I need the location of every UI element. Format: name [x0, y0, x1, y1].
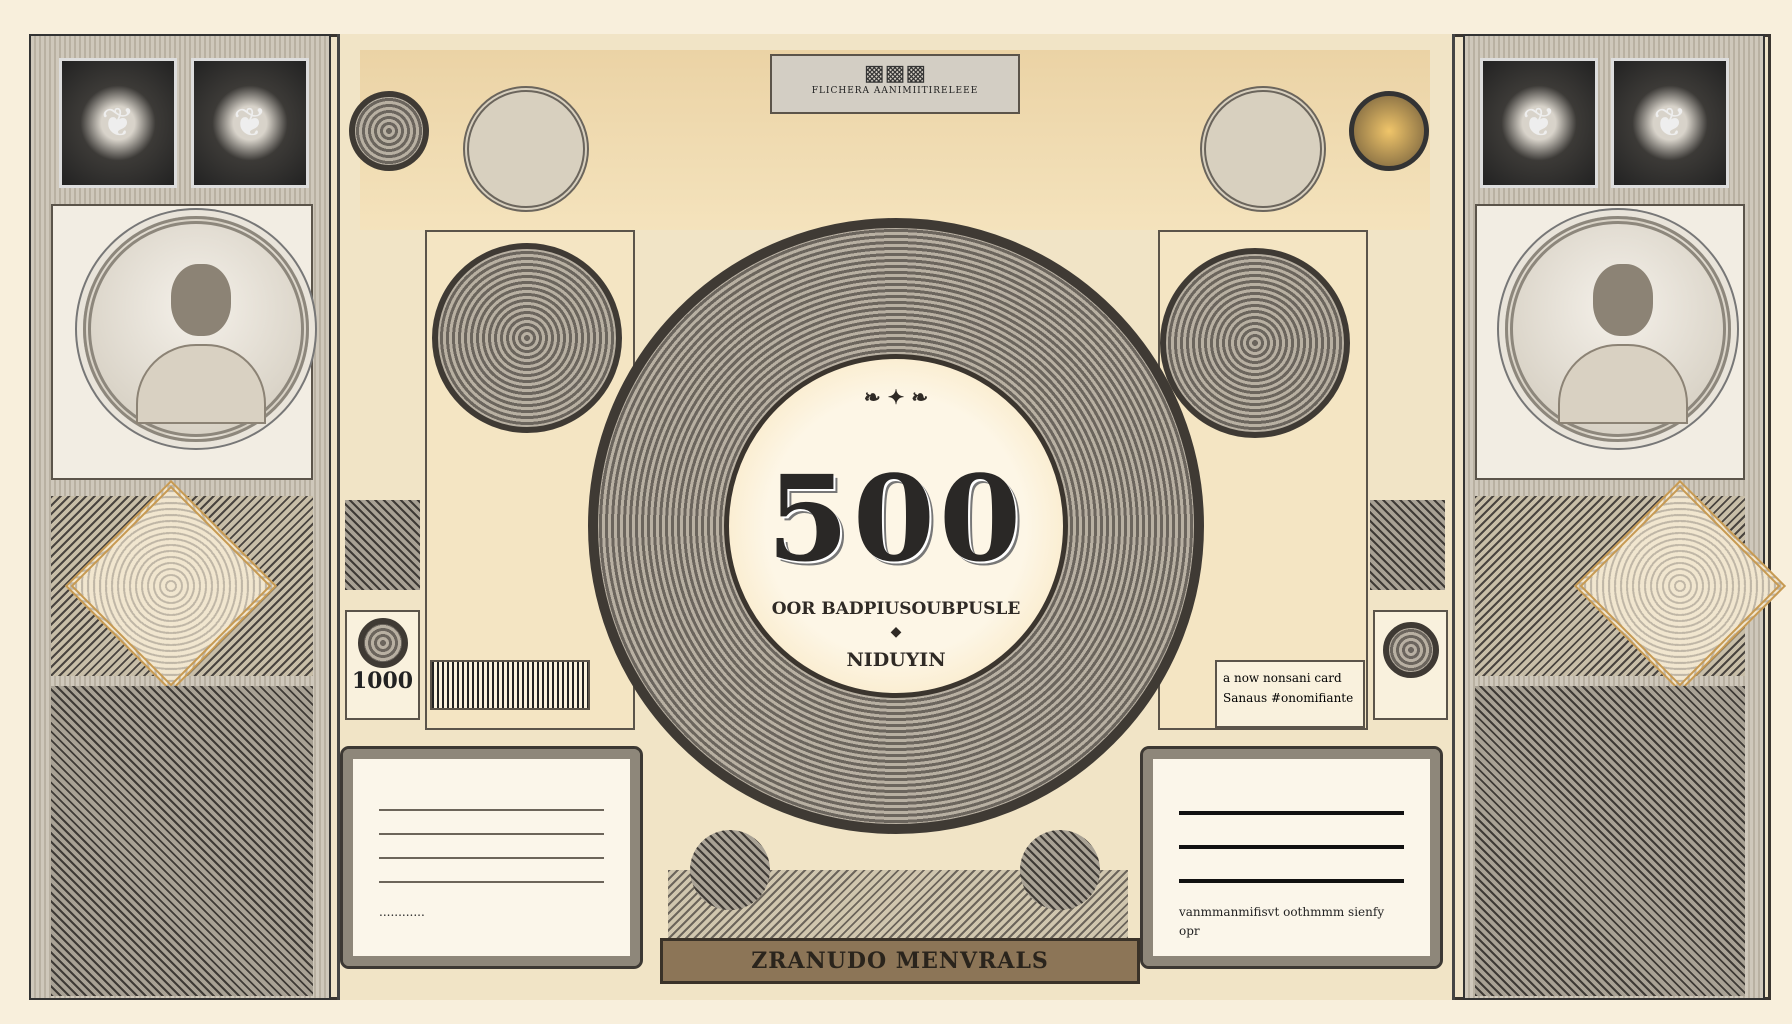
left-rosette: [432, 243, 622, 433]
denomination-value: 500: [766, 449, 1026, 588]
signature-line: [379, 857, 604, 859]
central-medallion: ❧ ✦ ❧ 500 OOR BADPIUSOUBPUSLE ◆ NIDUYIN: [724, 354, 1068, 698]
right-strip: ❦ ❦: [1463, 34, 1787, 1000]
portrait-body: [1558, 344, 1688, 424]
barcode: [430, 660, 590, 710]
medallion-name: NIDUYIN: [846, 649, 946, 671]
left-text-card: ............: [340, 746, 643, 969]
flourish-icon: ❦: [1522, 100, 1556, 146]
ornament-tile: ❦: [1480, 58, 1598, 188]
portrait-head: [1593, 264, 1653, 336]
bottom-band: ZRANUDO MENVRALS: [660, 938, 1140, 984]
portrait-left: [83, 216, 309, 442]
signature-line: [1179, 811, 1404, 815]
right-text-block: a now nonsani card Sanaus #onomifiante: [1215, 660, 1365, 728]
vignette-landscape: [463, 86, 589, 212]
pattern-area: [51, 686, 313, 996]
medallion-subtitle: OOR BADPIUSOUBPUSLE: [771, 599, 1021, 619]
seal-icon: [1382, 622, 1439, 678]
top-plaque: ▩▩▩ FLICHERA AANIMIITIRELEEE: [770, 54, 1020, 114]
signature-line: [1179, 879, 1404, 883]
ornament-tile: ❦: [191, 58, 309, 188]
text-line: a now nonsani card: [1223, 671, 1342, 685]
portrait-body: [136, 344, 266, 424]
text-line: Sanaus #onomifiante: [1223, 691, 1354, 705]
pattern-area: [1475, 686, 1745, 996]
portrait-head: [171, 264, 231, 336]
left-strip: ❦ ❦: [29, 34, 331, 1000]
signature-line: [379, 833, 604, 835]
seal-box: [1373, 610, 1448, 720]
right-text-card: vanmmanmifisvt oothmmm sienfy opr: [1140, 746, 1443, 969]
denomination-left: 1000: [351, 668, 414, 694]
pillar-cap-right: [1020, 830, 1100, 910]
plaque-emblem: ▩▩▩: [863, 60, 927, 86]
seal-icon: [357, 618, 408, 668]
flourish-icon: ❦: [101, 100, 135, 146]
vignette-ship: [1200, 86, 1326, 212]
ornament-top: ❧ ✦ ❧: [863, 385, 929, 409]
signature-line: [379, 809, 604, 811]
small-seal-gold: [1349, 91, 1429, 171]
denomination-box: 1000: [345, 610, 420, 720]
card-text: vanmmanmifisvt oothmmm sienfy opr: [1179, 905, 1385, 938]
right-rosette: [1160, 248, 1350, 438]
ornament-tile: ❦: [1611, 58, 1729, 188]
plaque-caption: FLICHERA AANIMIITIRELEEE: [811, 86, 979, 96]
signature-line: [379, 881, 604, 883]
flourish-icon: ❦: [233, 100, 267, 146]
ornament-tile: ❦: [59, 58, 177, 188]
small-seal: [349, 91, 429, 171]
pattern-tile: [1370, 500, 1445, 590]
card-text: ............: [379, 905, 425, 919]
pillar-cap-left: [690, 830, 770, 910]
flourish-icon: ❦: [1653, 100, 1687, 146]
portrait-right: [1505, 216, 1731, 442]
signature-line: [1179, 845, 1404, 849]
diamond-icon: ◆: [890, 624, 902, 640]
pattern-tile: [345, 500, 420, 590]
